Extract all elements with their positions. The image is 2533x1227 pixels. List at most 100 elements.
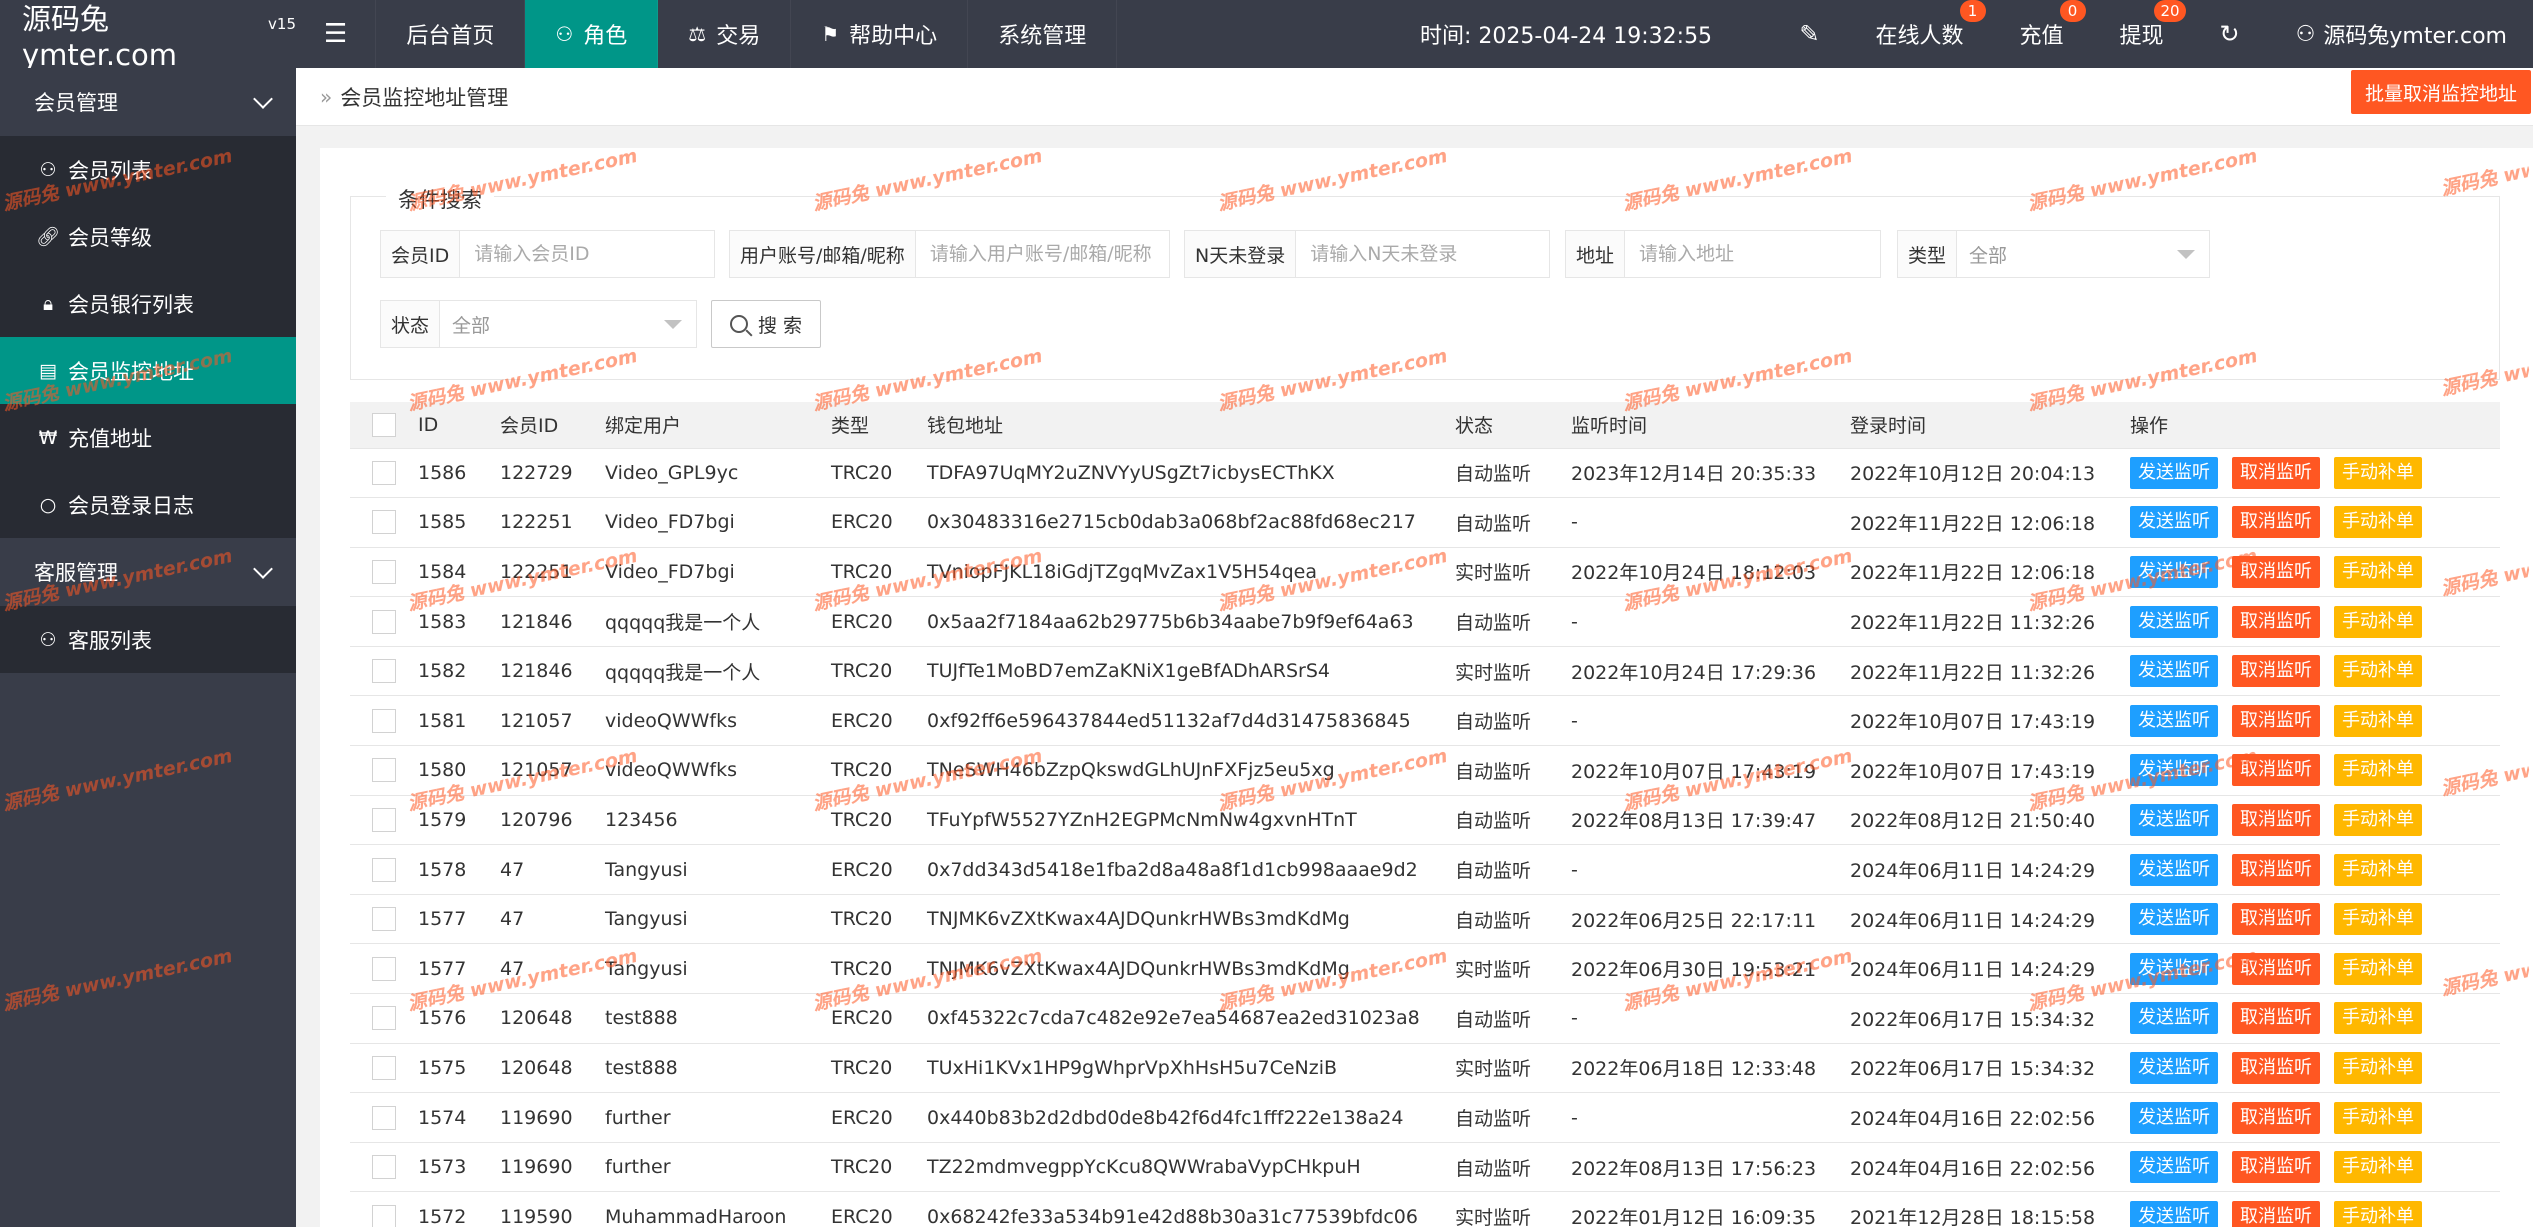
send-listen-button[interactable]: 发送监听 bbox=[2130, 1151, 2218, 1184]
nav-help[interactable]: ⚑ 帮助中心 bbox=[791, 0, 969, 68]
recharge-button[interactable]: 充值 0 bbox=[1992, 0, 2092, 68]
send-listen-button[interactable]: 发送监听 bbox=[2130, 1200, 2218, 1227]
cancel-listen-button[interactable]: 取消监听 bbox=[2232, 1101, 2320, 1134]
manual-order-button[interactable]: 手动补单 bbox=[2334, 1151, 2422, 1184]
sidebar-item-member-monitor[interactable]: ▤ 会员监控地址 bbox=[0, 337, 296, 404]
menu-icon: ☰ bbox=[324, 19, 348, 49]
send-listen-button[interactable]: 发送监听 bbox=[2130, 754, 2218, 787]
row-checkbox[interactable] bbox=[372, 807, 396, 832]
cancel-listen-button[interactable]: 取消监听 bbox=[2232, 754, 2320, 787]
send-listen-button[interactable]: 发送监听 bbox=[2130, 704, 2218, 737]
row-checkbox[interactable] bbox=[372, 559, 396, 584]
cancel-listen-button[interactable]: 取消监听 bbox=[2232, 803, 2320, 836]
row-checkbox[interactable] bbox=[372, 1006, 396, 1031]
menu-toggle-button[interactable]: ☰ bbox=[296, 0, 377, 68]
nav-help-label: 帮助中心 bbox=[849, 24, 938, 49]
row-checkbox[interactable] bbox=[372, 907, 396, 932]
manual-order-button[interactable]: 手动补单 bbox=[2334, 1101, 2422, 1134]
manual-order-button[interactable]: 手动补单 bbox=[2334, 853, 2422, 886]
sidebar-item-member-level[interactable]: 🔗︎ 会员等级 bbox=[0, 203, 296, 270]
manual-order-button[interactable]: 手动补单 bbox=[2334, 655, 2422, 688]
row-checkbox[interactable] bbox=[372, 708, 396, 733]
sidebar-item-member-bank[interactable]: 🔒︎ 会员银行列表 bbox=[0, 270, 296, 337]
row-checkbox[interactable] bbox=[372, 1204, 396, 1227]
send-listen-button[interactable]: 发送监听 bbox=[2130, 605, 2218, 638]
manual-order-button[interactable]: 手动补单 bbox=[2334, 506, 2422, 539]
manual-order-button[interactable]: 手动补单 bbox=[2334, 952, 2422, 985]
row-checkbox[interactable] bbox=[372, 1155, 396, 1180]
send-listen-button[interactable]: 发送监听 bbox=[2130, 803, 2218, 836]
row-checkbox[interactable] bbox=[372, 609, 396, 634]
cancel-listen-button[interactable]: 取消监听 bbox=[2232, 605, 2320, 638]
cancel-listen-button[interactable]: 取消监听 bbox=[2232, 1151, 2320, 1184]
row-checkbox[interactable] bbox=[372, 510, 396, 535]
sidebar-item-member-list[interactable]: ⚇ 会员列表 bbox=[0, 136, 296, 203]
online-users-button[interactable]: 在线人数 1 bbox=[1847, 0, 1991, 68]
row-checkbox[interactable] bbox=[372, 956, 396, 981]
cancel-listen-button[interactable]: 取消监听 bbox=[2232, 655, 2320, 688]
nav-dashboard[interactable]: 后台首页 bbox=[376, 0, 526, 68]
send-listen-button[interactable]: 发送监听 bbox=[2130, 555, 2218, 588]
sidebar-item-recharge-address[interactable]: ₩ 充值地址 bbox=[0, 404, 296, 471]
cancel-listen-button[interactable]: 取消监听 bbox=[2232, 456, 2320, 489]
row-checkbox[interactable] bbox=[372, 857, 396, 882]
manual-order-button[interactable]: 手动补单 bbox=[2334, 605, 2422, 638]
cancel-listen-button[interactable]: 取消监听 bbox=[2232, 903, 2320, 936]
account-input[interactable] bbox=[915, 231, 1169, 277]
manual-order-button[interactable]: 手动补单 bbox=[2334, 903, 2422, 936]
nav-trade[interactable]: ⚖ 交易 bbox=[658, 0, 792, 68]
row-checkbox[interactable] bbox=[372, 758, 396, 783]
send-listen-button[interactable]: 发送监听 bbox=[2130, 1051, 2218, 1084]
send-listen-button[interactable]: 发送监听 bbox=[2130, 903, 2218, 936]
cell-user: videoQWWfks bbox=[605, 695, 831, 747]
send-listen-button[interactable]: 发送监听 bbox=[2130, 952, 2218, 985]
cancel-listen-button[interactable]: 取消监听 bbox=[2232, 952, 2320, 985]
manual-order-button[interactable]: 手动补单 bbox=[2334, 1200, 2422, 1227]
manual-order-button[interactable]: 手动补单 bbox=[2334, 456, 2422, 489]
sidebar-item-login-log[interactable]: ○ 会员登录日志 bbox=[0, 471, 296, 538]
member-id-input[interactable] bbox=[460, 231, 714, 277]
cell-actions: 发送监听 取消监听 手动补单 bbox=[2130, 1191, 2500, 1227]
row-checkbox[interactable] bbox=[372, 1055, 396, 1080]
nav-role[interactable]: ⚇ 角色 bbox=[525, 0, 659, 68]
sidebar-group-member[interactable]: 会员管理 bbox=[0, 68, 296, 136]
row-checkbox[interactable] bbox=[372, 460, 396, 485]
search-button[interactable]: 搜 索 bbox=[711, 300, 821, 348]
cancel-listen-button[interactable]: 取消监听 bbox=[2232, 704, 2320, 737]
cancel-listen-button[interactable]: 取消监听 bbox=[2232, 1200, 2320, 1227]
row-checkbox[interactable] bbox=[372, 659, 396, 684]
send-listen-button[interactable]: 发送监听 bbox=[2130, 506, 2218, 539]
withdraw-button[interactable]: 提现 20 bbox=[2092, 0, 2192, 68]
nav-system[interactable]: 系统管理 bbox=[968, 0, 1118, 68]
refresh-button[interactable]: ↻ bbox=[2192, 0, 2268, 68]
manual-order-button[interactable]: 手动补单 bbox=[2334, 704, 2422, 737]
app-logo[interactable]: 源码兔ymter.com v15 bbox=[0, 0, 296, 72]
manual-order-button[interactable]: 手动补单 bbox=[2334, 803, 2422, 836]
days-input[interactable] bbox=[1296, 231, 1549, 277]
row-checkbox[interactable] bbox=[372, 1105, 396, 1130]
send-listen-button[interactable]: 发送监听 bbox=[2130, 853, 2218, 886]
user-menu[interactable]: ⚇ 源码兔ymter.com bbox=[2268, 0, 2533, 68]
status-select[interactable]: 全部 bbox=[440, 301, 696, 347]
type-select[interactable]: 全部 bbox=[1957, 231, 2209, 277]
cancel-listen-button[interactable]: 取消监听 bbox=[2232, 853, 2320, 886]
table-row: 1574 119690 further ERC20 0x440b83b2d2dbd0de… bbox=[350, 1092, 2500, 1143]
manual-order-button[interactable]: 手动补单 bbox=[2334, 754, 2422, 787]
cancel-listen-button[interactable]: 取消监听 bbox=[2232, 1002, 2320, 1035]
send-listen-button[interactable]: 发送监听 bbox=[2130, 456, 2218, 489]
address-input[interactable] bbox=[1625, 231, 1880, 277]
manual-order-button[interactable]: 手动补单 bbox=[2334, 1051, 2422, 1084]
sidebar-group-service[interactable]: 客服管理 bbox=[0, 538, 296, 606]
send-listen-button[interactable]: 发送监听 bbox=[2130, 655, 2218, 688]
manual-order-button[interactable]: 手动补单 bbox=[2334, 555, 2422, 588]
sidebar-item-service-list[interactable]: ⚇ 客服列表 bbox=[0, 606, 296, 673]
clear-cache-button[interactable]: ✎ bbox=[1771, 0, 1847, 68]
cancel-listen-button[interactable]: 取消监听 bbox=[2232, 555, 2320, 588]
cancel-listen-button[interactable]: 取消监听 bbox=[2232, 1051, 2320, 1084]
select-all-checkbox[interactable] bbox=[372, 412, 396, 437]
batch-cancel-button[interactable]: 批量取消监控地址 bbox=[2350, 70, 2531, 114]
send-listen-button[interactable]: 发送监听 bbox=[2130, 1002, 2218, 1035]
cancel-listen-button[interactable]: 取消监听 bbox=[2232, 506, 2320, 539]
send-listen-button[interactable]: 发送监听 bbox=[2130, 1101, 2218, 1134]
manual-order-button[interactable]: 手动补单 bbox=[2334, 1002, 2422, 1035]
